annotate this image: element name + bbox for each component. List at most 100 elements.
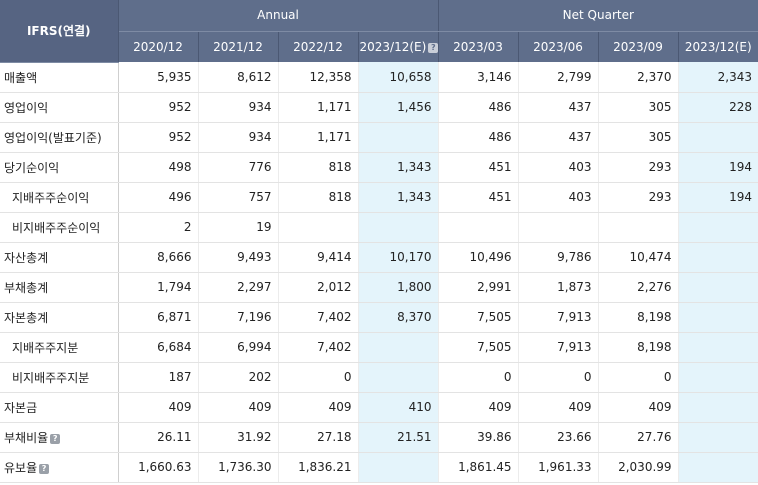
table-row: 비지배주주지분 187 202 0 0 0 0 xyxy=(0,362,758,393)
value-cell: 7,505 xyxy=(437,302,519,333)
value-cell: 1,873 xyxy=(517,272,599,303)
value-cell: 409 xyxy=(437,392,519,423)
value-cell: 2,343 xyxy=(677,62,758,93)
table-row: 자산총계 8,666 9,493 9,414 10,170 10,496 9,786 10,4… xyxy=(0,242,758,273)
table-row: 부채총계 1,794 2,297 2,012 1,800 2,991 1,873 2,276 xyxy=(0,272,758,303)
help-icon[interactable]: ? xyxy=(39,463,50,474)
row-label: 자본총계 xyxy=(0,302,119,333)
value-cell: 1,800 xyxy=(357,272,439,303)
value-cell: 2 xyxy=(117,212,198,243)
table-row: 유보율? 1,660.63 1,736.30 1,836.21 1,861.45 1,96… xyxy=(0,452,758,483)
table-row: 지배주주순이익 496 757 818 1,343 451 403 293 194 xyxy=(0,182,758,213)
row-label-text: 지배주주순이익 xyxy=(12,190,90,205)
value-cell: 293 xyxy=(597,152,679,183)
value-cell xyxy=(357,332,439,363)
value-cell: 194 xyxy=(677,152,758,183)
value-cell: 31.92 xyxy=(197,422,278,453)
value-cell: 486 xyxy=(437,122,519,153)
value-cell xyxy=(677,122,758,153)
value-cell: 9,786 xyxy=(517,242,599,273)
value-cell: 934 xyxy=(197,92,278,123)
value-cell: 8,198 xyxy=(597,302,679,333)
value-cell: 410 xyxy=(357,392,439,423)
value-cell: 451 xyxy=(437,152,519,183)
value-cell xyxy=(437,212,519,243)
period-header: 2020/12 xyxy=(118,31,198,62)
value-cell: 27.76 xyxy=(597,422,679,453)
value-cell: 10,474 xyxy=(597,242,679,273)
period-label: 2023/09 xyxy=(613,39,663,54)
value-cell xyxy=(357,212,439,243)
value-cell: 2,370 xyxy=(597,62,679,93)
row-label: 영업이익(발표기준) xyxy=(0,122,119,153)
value-cell: 9,493 xyxy=(197,242,278,273)
value-cell xyxy=(677,452,758,483)
period-header: 2021/12 xyxy=(197,31,278,62)
value-cell: 23.66 xyxy=(517,422,599,453)
value-cell: 0 xyxy=(517,362,599,393)
value-cell: 194 xyxy=(677,182,758,213)
value-cell: 7,505 xyxy=(437,332,519,363)
value-cell: 409 xyxy=(597,392,679,423)
help-icon[interactable]: ? xyxy=(50,433,61,444)
period-label: 2022/12 xyxy=(293,39,343,54)
value-cell: 403 xyxy=(517,152,599,183)
row-label-text: 유보율 xyxy=(4,460,38,475)
value-cell: 21.51 xyxy=(357,422,439,453)
value-cell: 2,799 xyxy=(517,62,599,93)
value-cell: 757 xyxy=(197,182,278,213)
row-label-text: 지배주주지분 xyxy=(12,340,79,355)
value-cell: 7,402 xyxy=(277,332,358,363)
value-cell: 0 xyxy=(437,362,519,393)
value-cell: 451 xyxy=(437,182,519,213)
help-icon[interactable]: ? xyxy=(428,42,439,53)
row-label-text: 부채총계 xyxy=(4,280,49,295)
value-cell: 7,402 xyxy=(277,302,358,333)
row-label: 유보율? xyxy=(0,452,119,483)
value-cell xyxy=(357,452,439,483)
table-row: 영업이익 952 934 1,171 1,456 486 437 305 228 xyxy=(0,92,758,123)
period-header-estimate: 2023/12(E) xyxy=(677,31,758,62)
value-cell: 1,343 xyxy=(357,152,439,183)
table-row: 자본총계 6,871 7,196 7,402 8,370 7,505 7,913 8,198 xyxy=(0,302,758,333)
value-cell: 1,343 xyxy=(357,182,439,213)
value-cell xyxy=(677,212,758,243)
row-label: 매출액 xyxy=(0,62,119,93)
value-cell xyxy=(597,212,679,243)
period-label: 2023/06 xyxy=(533,39,583,54)
value-cell: 10,658 xyxy=(357,62,439,93)
row-label-text: 비지배주주지분 xyxy=(12,370,90,385)
value-cell: 409 xyxy=(277,392,358,423)
period-header: 2022/12 xyxy=(277,31,358,62)
row-label: 당기순이익 xyxy=(0,152,119,183)
value-cell: 2,030.99 xyxy=(597,452,679,483)
value-cell: 2,991 xyxy=(437,272,519,303)
period-header: 2023/06 xyxy=(517,31,599,62)
value-cell: 0 xyxy=(277,362,358,393)
value-cell xyxy=(677,392,758,423)
table-row: 비지배주주순이익 2 19 xyxy=(0,212,758,243)
value-cell: 6,871 xyxy=(117,302,198,333)
value-cell: 27.18 xyxy=(277,422,358,453)
value-cell: 1,794 xyxy=(117,272,198,303)
table-row: 자본금 409 409 409 410 409 409 409 xyxy=(0,392,758,423)
accounting-standard-header: IFRS(연결) xyxy=(0,0,119,63)
value-cell: 9,414 xyxy=(277,242,358,273)
row-label-text: 매출액 xyxy=(4,70,38,85)
value-cell: 10,170 xyxy=(357,242,439,273)
value-cell: 7,913 xyxy=(517,332,599,363)
value-cell: 305 xyxy=(597,122,679,153)
net-quarter-group-header: Net Quarter xyxy=(437,0,758,32)
row-label: 비지배주주지분 xyxy=(0,362,119,393)
row-label-text: 자본총계 xyxy=(4,310,49,325)
value-cell: 409 xyxy=(517,392,599,423)
value-cell: 293 xyxy=(597,182,679,213)
period-label: 2023/12(E) xyxy=(684,39,752,54)
financial-summary-table: IFRS(연결) Annual Net Quarter 2020/12 2021… xyxy=(0,0,758,483)
value-cell xyxy=(357,362,439,393)
value-cell xyxy=(677,302,758,333)
value-cell: 3,146 xyxy=(437,62,519,93)
period-label: 2023/03 xyxy=(453,39,503,54)
value-cell: 1,456 xyxy=(357,92,439,123)
row-label-text: 자본금 xyxy=(4,400,38,415)
